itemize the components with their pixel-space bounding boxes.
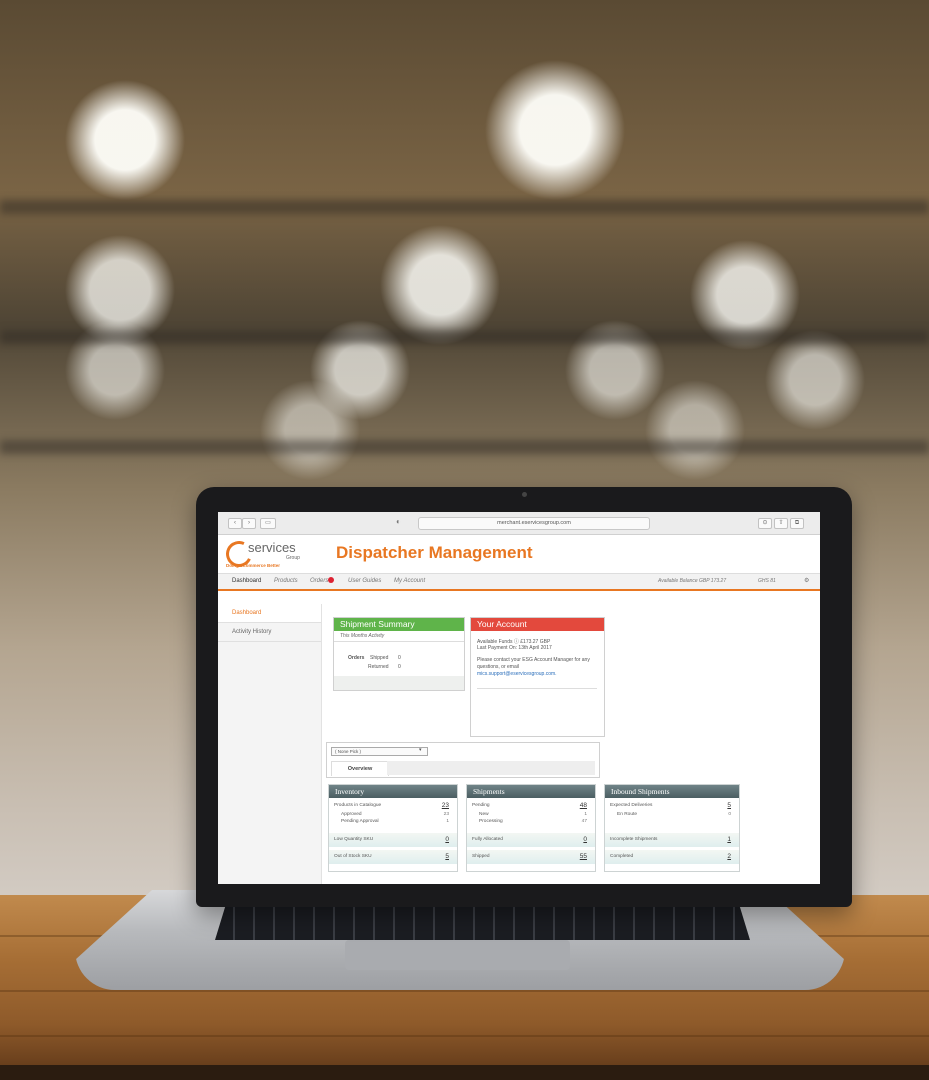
nav-dashboard[interactable]: Dashboard [232, 574, 261, 589]
shipments-value: 47 [581, 819, 587, 824]
forward-button[interactable]: › [242, 518, 256, 529]
sidebar-toggle-icon[interactable]: ▭ [260, 518, 276, 529]
download-icon[interactable]: ⊙ [758, 518, 772, 529]
inventory-row: Pending Approval 1 [329, 818, 457, 826]
inventory-value-link[interactable]: 0 [445, 833, 449, 847]
settings-icon[interactable]: ⚙ [804, 574, 809, 589]
inventory-label: Pending Approval [341, 819, 379, 824]
last-payment: Last Payment On: 13th April 2017 [477, 645, 552, 651]
support-email-link[interactable]: mics.support@eservicesgroup.com. [477, 671, 601, 677]
orders-alert-badge [328, 577, 335, 584]
logo-tagline: Doing eCommerce Better [226, 563, 281, 568]
select-chevron-icon: ▾ [419, 747, 422, 753]
laptop-keyboard [215, 905, 750, 940]
inventory-label: Low Quantity SKU [334, 837, 374, 842]
nav-products[interactable]: Products [274, 574, 298, 589]
logo-text: services [248, 540, 296, 555]
inbound-value-link[interactable]: 1 [727, 833, 731, 847]
address-bar[interactable]: merchant.eservicesgroup.com [418, 517, 650, 530]
tabs-icon[interactable]: ⧉ [790, 518, 804, 529]
contact-text: Please contact your ESG Account Manager … [477, 657, 590, 670]
shipments-card: Shipments Pending 48 New 1 Processing 47 Fu… [466, 784, 596, 872]
shipments-row: Shipped 55 [467, 850, 595, 864]
orders-label: Orders [348, 655, 365, 661]
shipment-summary-subtitle: This Months Activity [334, 631, 464, 642]
inbound-title: Inbound Shipments [605, 785, 739, 798]
inbound-shipments-card: Inbound Shipments Expected Deliveries 5 E… [604, 784, 740, 872]
currency-indicator: GHS 81 [758, 578, 776, 584]
your-account-panel: Your Account Available Funds ⓘ £173.27 G… [470, 617, 605, 737]
share-icon[interactable]: ⇧ [774, 518, 788, 529]
privacy-icon[interactable]: ◐ [396, 517, 401, 526]
sidebar-item-dashboard[interactable]: Dashboard [218, 604, 321, 623]
sidebar-item-activity-history[interactable]: Activity History [218, 623, 321, 642]
shelf-shadow [0, 440, 929, 454]
returned-value: 0 [398, 664, 401, 670]
shipments-label: Fully Allocated [472, 837, 503, 842]
inbound-row: En Route 0 [605, 811, 739, 819]
nav-orders-label: Orders [310, 578, 329, 584]
browser-toolbar: ‹ › ▭ ◐ merchant.eservicesgroup.com ⊙ ⇧ … [218, 512, 820, 535]
inbound-row: Incomplete Shipments 1 [605, 833, 739, 847]
laptop-screen: ‹ › ▭ ◐ merchant.eservicesgroup.com ⊙ ⇧ … [218, 512, 820, 884]
inventory-card: Inventory Products in Catalogue 23 Approv… [328, 784, 458, 872]
shipments-row: Fully Allocated 0 [467, 833, 595, 847]
nav-user-guides[interactable]: User Guides [348, 574, 381, 589]
sidebar: Dashboard Activity History [218, 604, 322, 884]
filter-panel: ( None Pick ) ▾ Overview [326, 742, 600, 778]
available-balance: Available Balance GBP 173.27 [658, 578, 727, 584]
inbound-label: En Route [617, 812, 638, 817]
account-select[interactable]: ( None Pick ) [331, 747, 428, 756]
nav-orders[interactable]: Orders [310, 574, 335, 589]
shipments-value-link[interactable]: 0 [583, 833, 587, 847]
inbound-value-link[interactable]: 2 [727, 850, 731, 864]
inventory-row: Low Quantity SKU 0 [329, 833, 457, 847]
inventory-title: Inventory [329, 785, 457, 798]
shipments-label: Processing [479, 819, 503, 824]
shipment-summary-panel: Shipment Summary This Months Activity Or… [333, 617, 465, 691]
nav-my-account[interactable]: My Account [394, 574, 425, 589]
laptop-trackpad [345, 940, 570, 970]
table-edge [0, 1065, 929, 1080]
shipments-label: Shipped [472, 854, 490, 859]
shelf-shadow [0, 200, 929, 214]
shipped-label: Shipped [370, 655, 389, 661]
shipments-title: Shipments [467, 785, 595, 798]
shipped-value: 0 [398, 655, 401, 661]
app-header: services Group Doing eCommerce Better Di… [218, 535, 820, 573]
shelf-shadow [0, 330, 929, 344]
page-title: Dispatcher Management [336, 543, 533, 562]
available-funds: Available Funds ⓘ £173.27 GBP [477, 639, 551, 645]
returned-label: Returned [368, 664, 389, 670]
inventory-value-link[interactable]: 5 [445, 850, 449, 864]
main-nav: Dashboard Products Orders User Guides My… [218, 573, 820, 591]
inventory-value: 1 [446, 819, 449, 824]
back-button[interactable]: ‹ [228, 518, 242, 529]
inbound-label: Incomplete Shipments [610, 837, 658, 842]
panel-footer [334, 676, 464, 690]
your-account-title: Your Account [471, 618, 604, 631]
tab-overview[interactable]: Overview [331, 761, 389, 776]
logo-group: Group [286, 555, 300, 561]
inbound-label: Completed [610, 854, 634, 859]
shipment-summary-title: Shipment Summary [334, 618, 464, 631]
shipments-value-link[interactable]: 55 [580, 850, 587, 864]
camera-icon [522, 492, 527, 497]
inbound-row: Completed 2 [605, 850, 739, 864]
inbound-value: 0 [728, 812, 731, 817]
inventory-row: Out of Stock SKU 5 [329, 850, 457, 864]
shipments-row: Processing 47 [467, 818, 595, 826]
inventory-label: Out of Stock SKU [334, 854, 372, 859]
